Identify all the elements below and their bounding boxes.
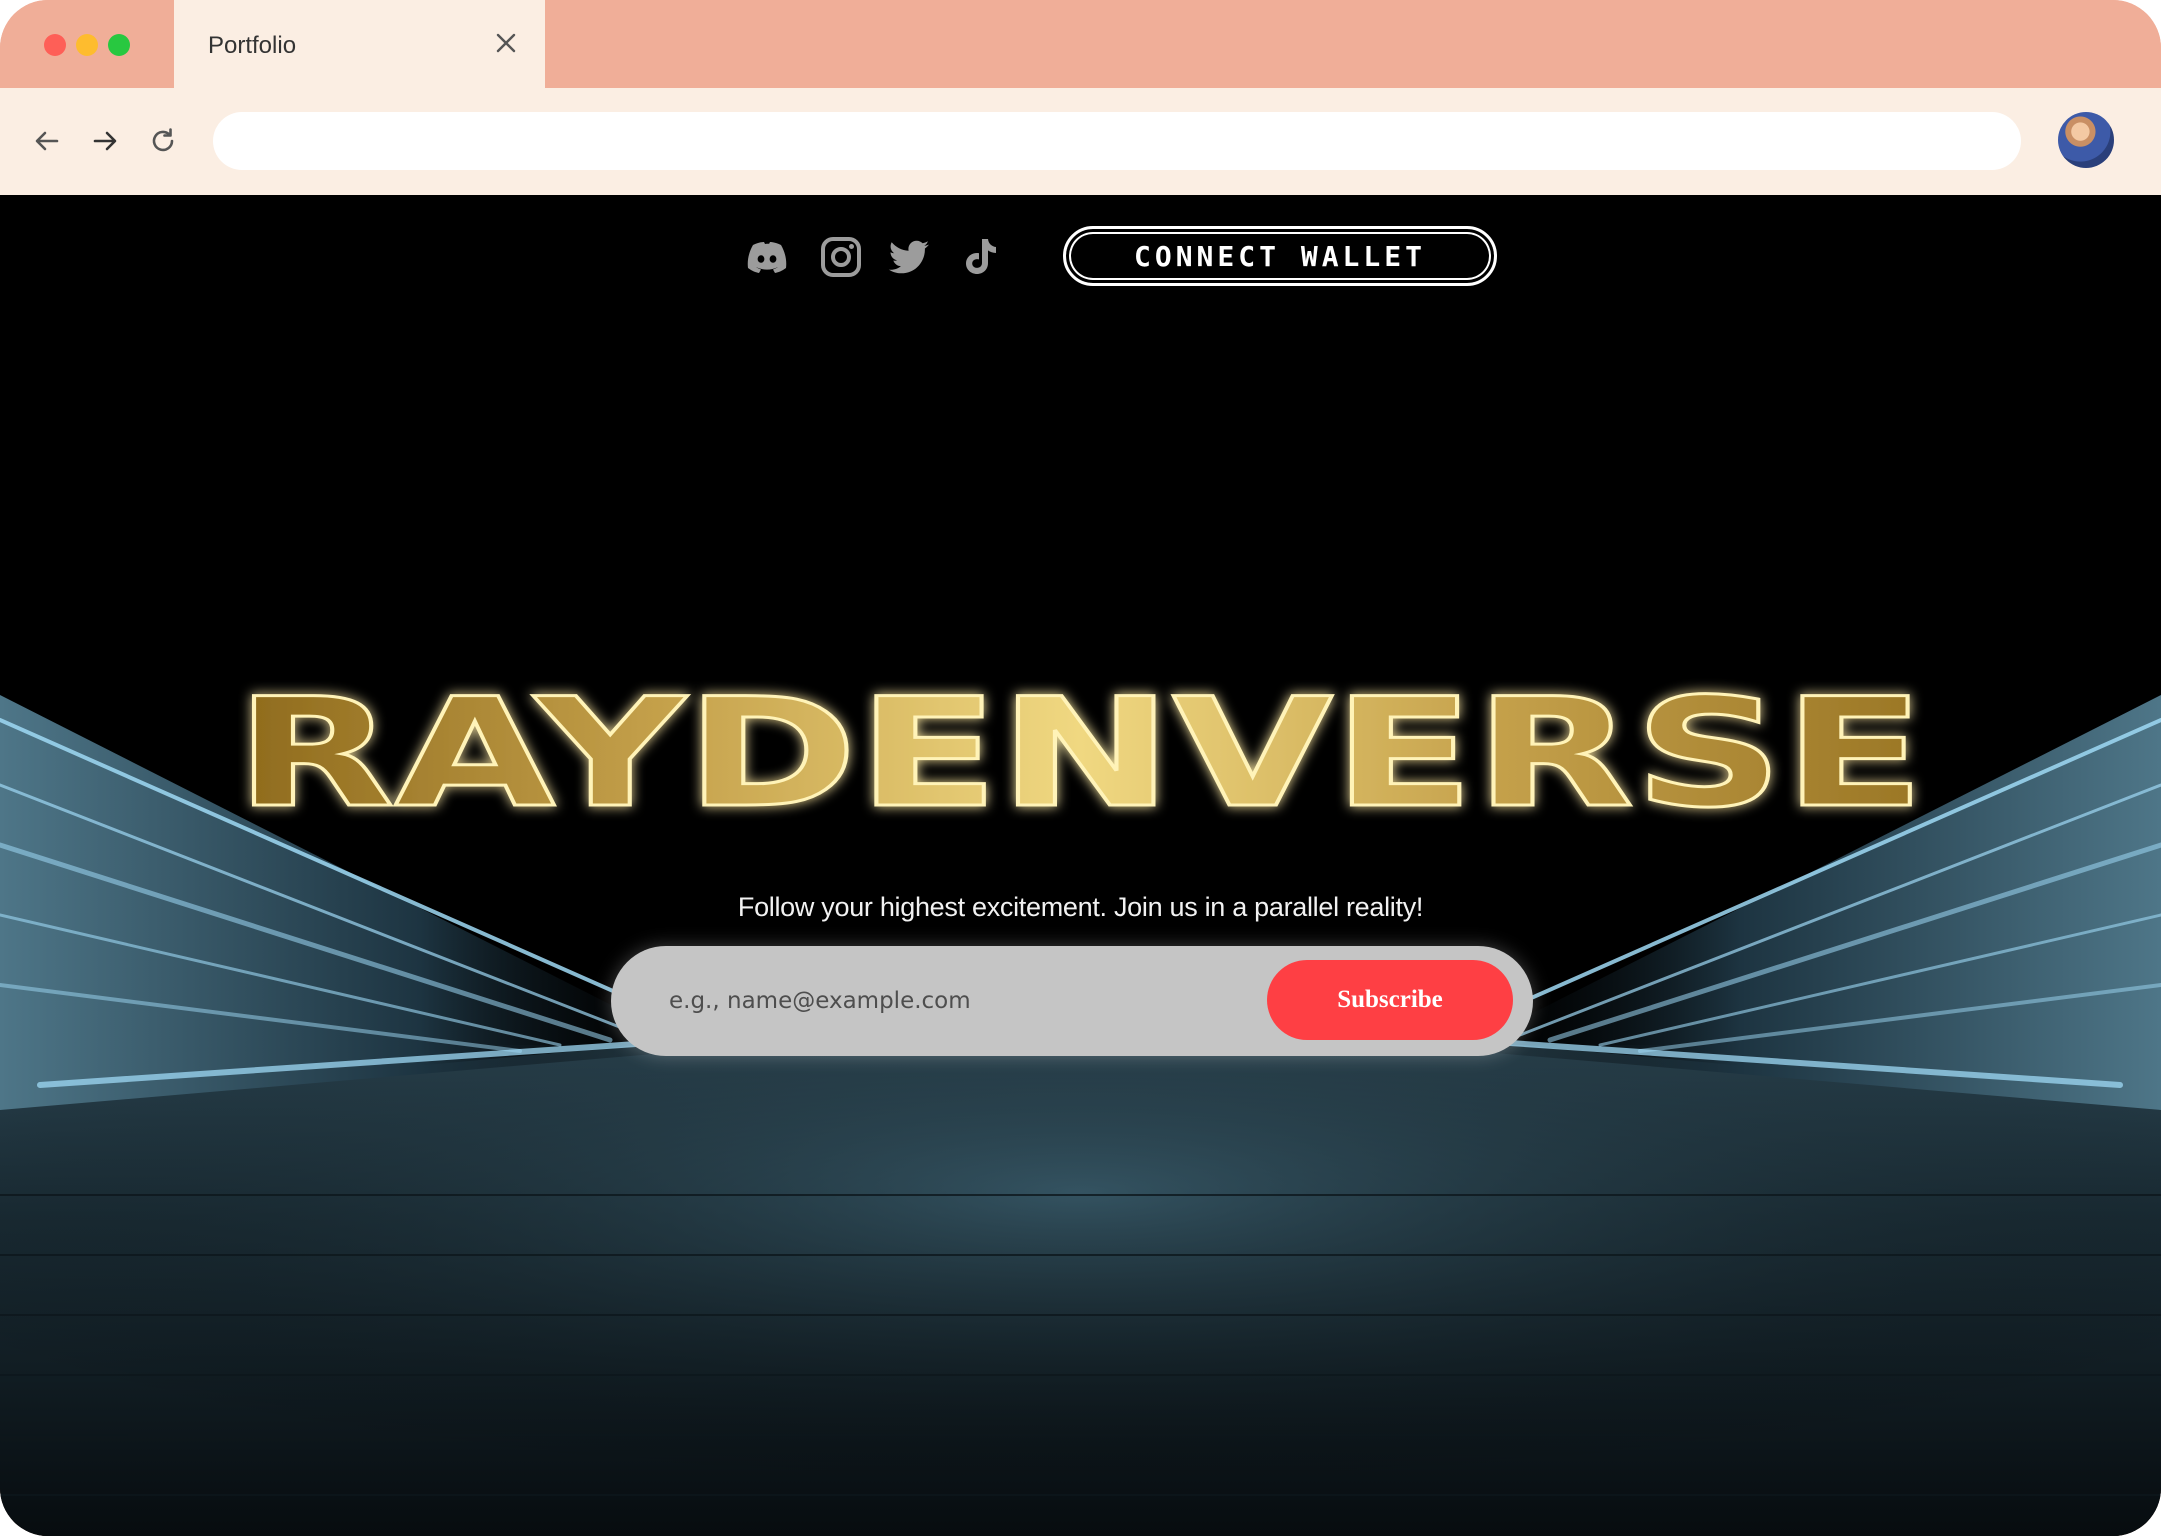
subscribe-button[interactable]: Subscribe (1267, 960, 1513, 1040)
page-viewport: CONNECT WALLET RAYDENVERSE Follow your h… (0, 195, 2161, 1536)
back-arrow-icon[interactable] (30, 124, 64, 158)
corridor-background (0, 695, 2161, 1536)
close-icon[interactable] (493, 30, 519, 56)
brand-title: RAYDENVERSE (234, 675, 1927, 843)
close-window-button[interactable] (44, 34, 66, 56)
avatar[interactable] (2058, 112, 2114, 168)
connect-wallet-button[interactable]: CONNECT WALLET (1063, 226, 1497, 286)
tab-title: Portfolio (208, 32, 297, 59)
browser-toolbar (0, 88, 2161, 195)
twitter-icon[interactable] (885, 233, 933, 281)
address-bar[interactable] (213, 112, 2021, 170)
browser-tab[interactable]: Portfolio (174, 0, 545, 88)
reload-icon[interactable] (146, 124, 180, 158)
tagline: Follow your highest excitement. Join us … (737, 892, 1424, 922)
tiktok-icon[interactable] (956, 233, 1004, 281)
brand-title-text: RAYDENVERSE (235, 675, 1925, 841)
instagram-icon[interactable] (817, 233, 865, 281)
browser-window: Portfolio CONNECT WALLET RAYDENVERSE Fol… (0, 0, 2161, 1536)
tab-strip: Portfolio (0, 0, 2161, 88)
discord-icon[interactable] (743, 233, 791, 281)
minimize-window-button[interactable] (76, 34, 98, 56)
forward-arrow-icon[interactable] (88, 124, 122, 158)
subscribe-form: Subscribe (611, 946, 1533, 1056)
email-field[interactable] (651, 973, 1251, 1029)
maximize-window-button[interactable] (108, 34, 130, 56)
